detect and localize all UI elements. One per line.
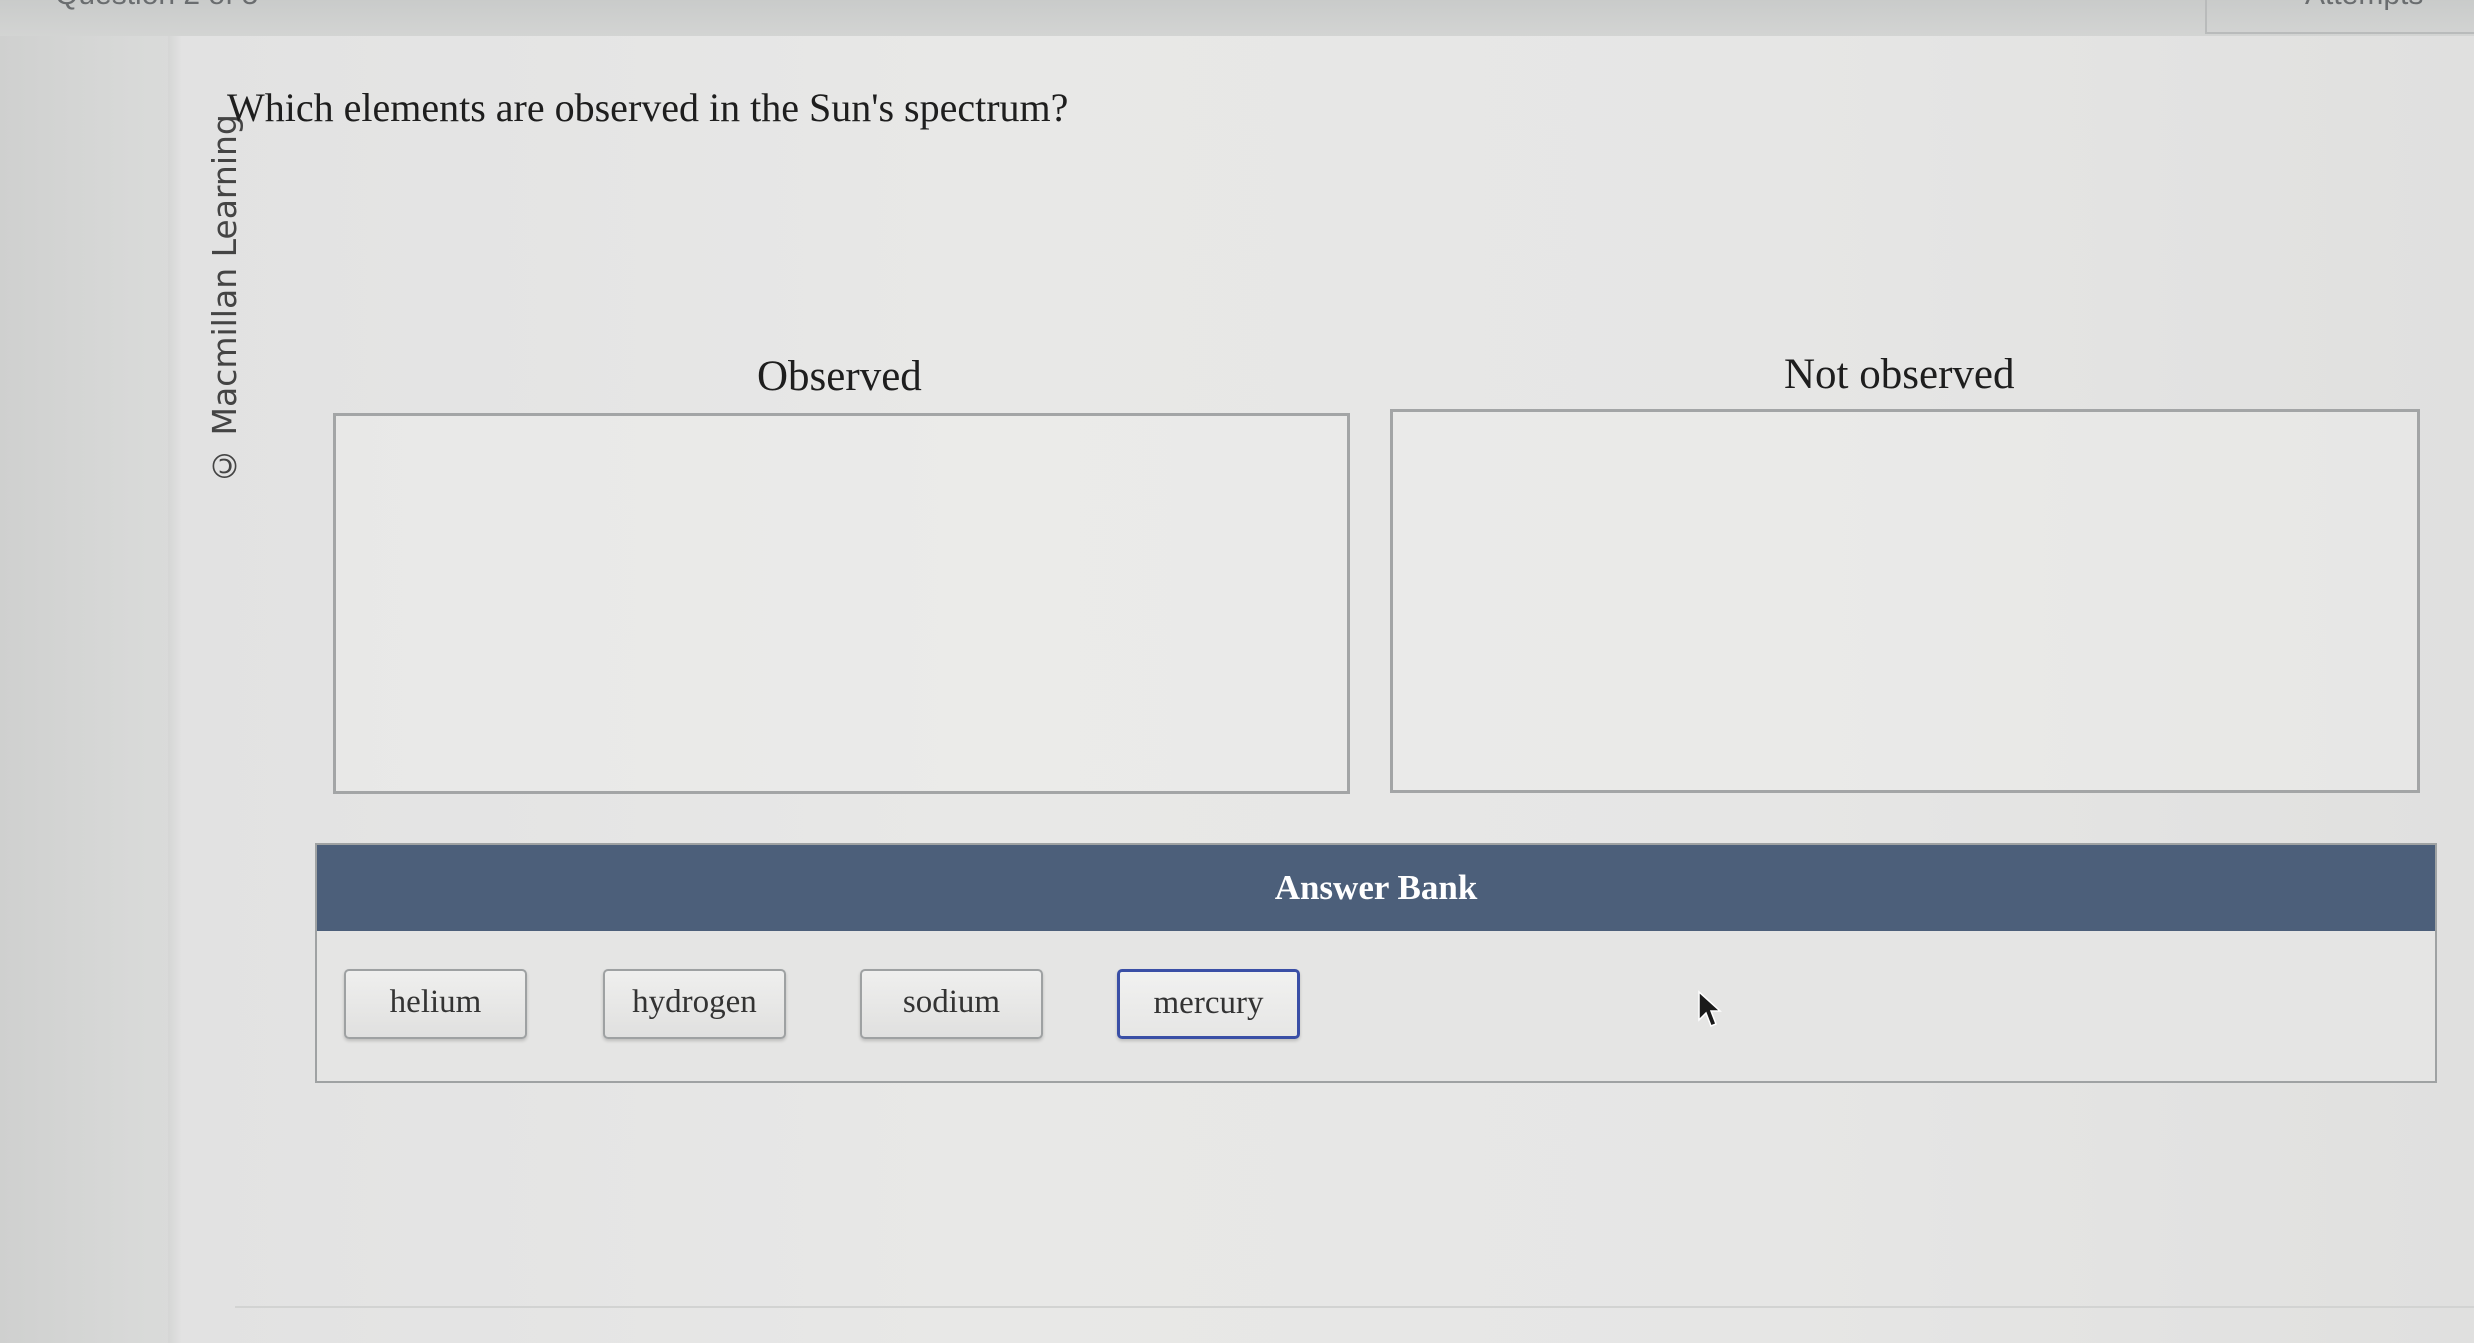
answer-bank: Answer Bank helium hydrogen sodium mercu… <box>315 843 2437 1083</box>
copyright-label: © Macmillan Learning <box>205 114 244 485</box>
question-text: Which elements are observed in the Sun's… <box>227 85 1069 130</box>
attempts-label: Attempts <box>2305 0 2423 12</box>
top-strip: Question 2 of 5 Attempts <box>0 0 2474 36</box>
bin-label-observed: Observed <box>757 353 922 400</box>
panel-edge <box>168 36 182 1343</box>
answer-chip-helium[interactable]: helium <box>344 969 527 1039</box>
bin-label-not-observed: Not observed <box>1784 351 2015 398</box>
drop-zone-not-observed[interactable] <box>1390 409 2420 793</box>
page: Question 2 of 5 Attempts © Macmillan Lea… <box>0 0 2474 1343</box>
answer-chip-mercury[interactable]: mercury <box>1117 969 1300 1039</box>
divider <box>235 1306 2474 1308</box>
drop-zone-observed[interactable] <box>333 413 1350 794</box>
answer-bank-title: Answer Bank <box>317 845 2435 931</box>
answer-chip-hydrogen[interactable]: hydrogen <box>603 969 786 1039</box>
question-number: Question 2 of 5 <box>55 0 258 12</box>
answer-chip-sodium[interactable]: sodium <box>860 969 1043 1039</box>
mouse-pointer-icon <box>1698 990 1722 1027</box>
